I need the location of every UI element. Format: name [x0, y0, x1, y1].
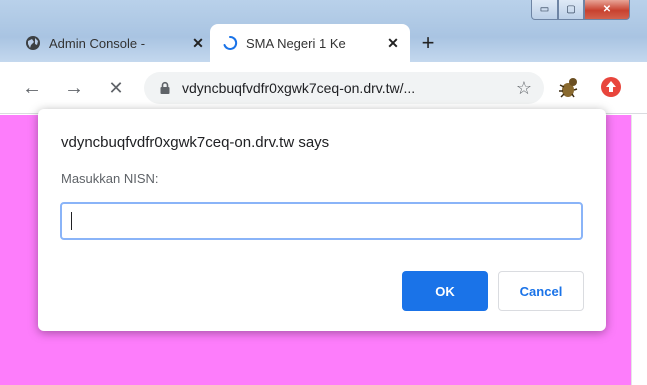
- minimize-button[interactable]: ▭: [531, 0, 558, 20]
- loading-spinner-icon: [223, 35, 238, 50]
- page-scrollbar[interactable]: [631, 115, 647, 385]
- extension-upload-icon[interactable]: [600, 76, 622, 98]
- new-tab-button[interactable]: +: [414, 29, 442, 57]
- stop-loading-button[interactable]: ✕: [104, 76, 128, 100]
- browser-window: Admin Console - ✕ SMA Negeri 1 Ke ✕ + ▭ …: [0, 0, 647, 385]
- back-button[interactable]: ←: [20, 76, 44, 100]
- ok-button[interactable]: OK: [402, 271, 488, 311]
- close-window-button[interactable]: ✕: [584, 0, 630, 20]
- tab-strip: Admin Console - ✕ SMA Negeri 1 Ke ✕ + ▭ …: [0, 0, 647, 62]
- prompt-dialog: vdyncbuqfvdfr0xgwk7ceq-on.drv.tw says Ma…: [38, 109, 606, 331]
- bookmark-star-icon[interactable]: ☆: [514, 78, 534, 98]
- globe-icon: [26, 36, 40, 50]
- extension-bug-icon[interactable]: [556, 75, 582, 101]
- url-text: vdyncbuqfvdfr0xgwk7ceq-on.drv.tw/...: [182, 80, 416, 96]
- window-controls: ▭ ▢ ✕: [531, 0, 630, 20]
- tab-sma-negeri[interactable]: SMA Negeri 1 Ke ✕: [210, 24, 410, 62]
- tab-title: Admin Console -: [49, 35, 146, 51]
- tab-admin-console[interactable]: Admin Console - ✕: [13, 24, 215, 62]
- maximize-button[interactable]: ▢: [558, 0, 584, 20]
- address-bar[interactable]: vdyncbuqfvdfr0xgwk7ceq-on.drv.tw/... ☆: [144, 72, 544, 104]
- close-tab-icon[interactable]: ✕: [384, 34, 402, 52]
- tab-title: SMA Negeri 1 Ke: [246, 35, 346, 51]
- text-caret: [71, 212, 72, 230]
- forward-button[interactable]: →: [62, 76, 86, 100]
- dialog-message: Masukkan NISN:: [61, 171, 159, 186]
- dialog-title: vdyncbuqfvdfr0xgwk7ceq-on.drv.tw says: [61, 134, 330, 151]
- cancel-button[interactable]: Cancel: [498, 271, 584, 311]
- lock-icon: [160, 81, 170, 94]
- nisn-input[interactable]: [60, 202, 583, 240]
- close-tab-icon[interactable]: ✕: [189, 34, 207, 52]
- browser-toolbar: ← → ✕ vdyncbuqfvdfr0xgwk7ceq-on.drv.tw/.…: [0, 62, 647, 114]
